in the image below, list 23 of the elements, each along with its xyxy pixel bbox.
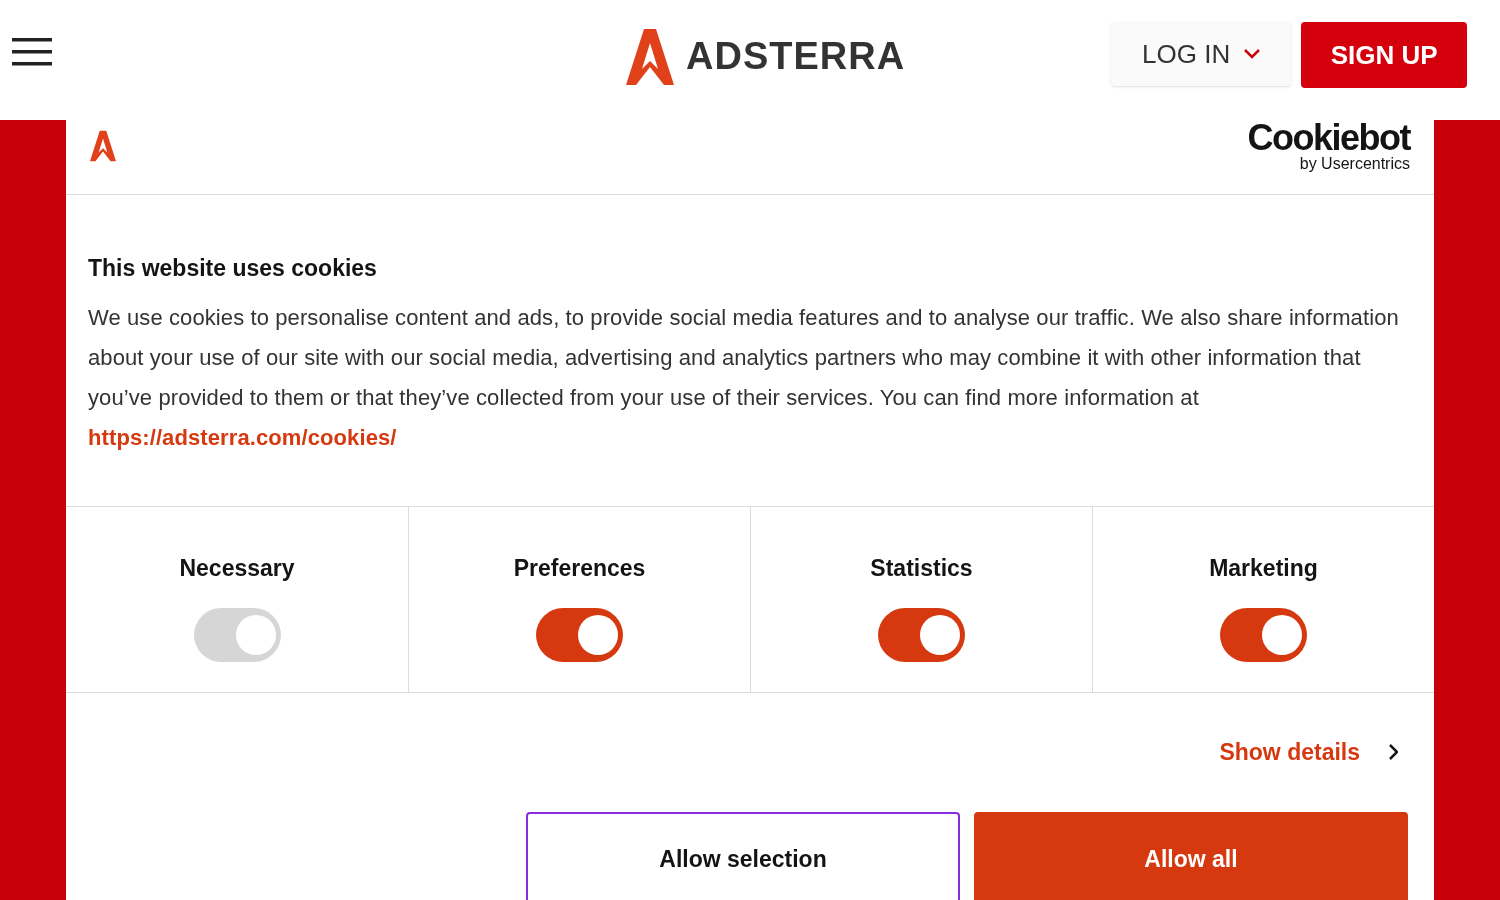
category-label: Preferences: [513, 554, 646, 583]
chevron-right-icon: [1388, 744, 1398, 761]
allow-selection-button[interactable]: Allow selection: [526, 811, 960, 900]
login-button[interactable]: LOG IN: [1111, 22, 1292, 86]
dialog-title: This website uses cookies: [88, 254, 378, 283]
cookie-policy-link[interactable]: https://adsterra.com/cookies/: [88, 424, 397, 450]
brand-name: ADSTERRA: [686, 34, 906, 79]
cookie-description: We use cookies to personalise content and ads, to provide social media features and to analyse our traffic. We also share information about your use of our site with our social media, advertising and analytics partners who may combine it with other information that you’ve provided to them or that they’ve collected from your use of their services. You can find more information at https://adsterra.com/cookies/: [88, 303, 1400, 452]
toggle-switch[interactable]: [536, 607, 623, 662]
show-details-link[interactable]: Show details: [1219, 735, 1398, 770]
category-label: Statistics: [870, 554, 973, 583]
allow-all-button[interactable]: Allow all: [974, 811, 1408, 900]
signup-button[interactable]: SIGN UP: [1301, 22, 1468, 88]
toggle-switch[interactable]: [878, 607, 965, 662]
logo-icon: [90, 129, 116, 162]
provider-logo: Cookiebot: [1247, 119, 1410, 156]
chevron-down-icon: [1244, 49, 1261, 59]
menu-icon[interactable]: [12, 38, 52, 66]
toggle-switch[interactable]: [1220, 607, 1307, 662]
category-label: Marketing: [1209, 554, 1318, 583]
category-label: Necessary: [179, 554, 295, 583]
logo-icon: [626, 28, 674, 85]
provider-subtitle: by Usercentrics: [1299, 155, 1410, 172]
